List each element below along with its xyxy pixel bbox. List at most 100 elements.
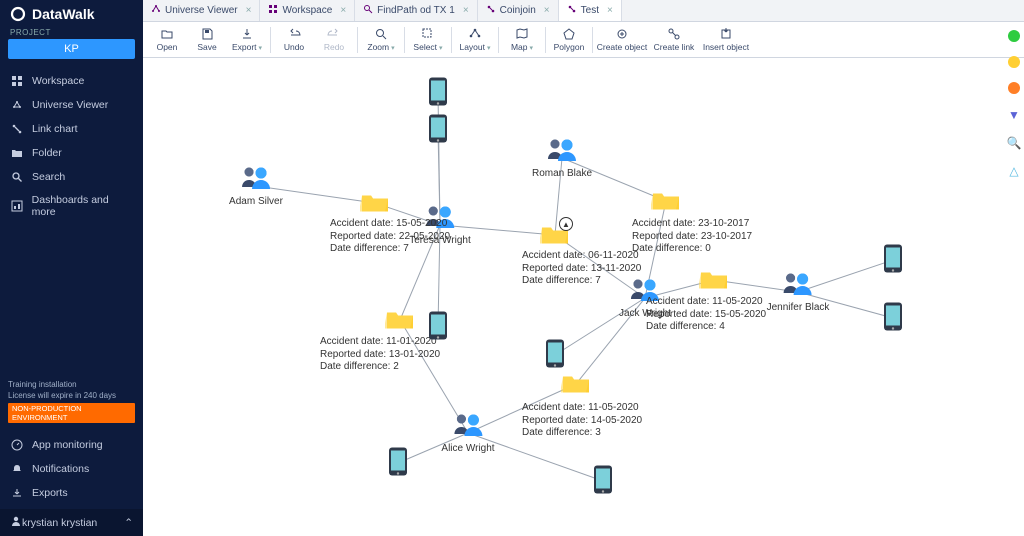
- tab-universe-viewer[interactable]: Universe Viewer×: [143, 0, 260, 21]
- alert-badge-icon: ▲: [559, 217, 573, 231]
- phone-icon: [883, 302, 903, 335]
- license-line1: Training installation: [8, 380, 135, 390]
- select-icon: [421, 27, 435, 41]
- toolbar-redo-button: Redo: [314, 22, 354, 57]
- phone-icon: [428, 77, 448, 110]
- toolbar-label: Export: [232, 42, 262, 52]
- folder-annotation: Accident date: 11-05-2020Reported date: …: [522, 402, 642, 440]
- toolbar-label: Select: [413, 42, 442, 52]
- folder-node-fol_f_jack2[interactable]: [699, 267, 729, 294]
- rail-dot-orange[interactable]: [1008, 82, 1020, 94]
- nav-item-workspace[interactable]: Workspace: [0, 69, 143, 93]
- nav-item-label: Exports: [32, 487, 68, 499]
- toolbar-save-button[interactable]: Save: [187, 22, 227, 57]
- person-node-roman-blake[interactable]: Roman Blake: [532, 137, 592, 179]
- search-icon[interactable]: 🔍: [1007, 136, 1022, 150]
- nav-item-universe-viewer[interactable]: Universe Viewer: [0, 93, 143, 117]
- annotation-line: Accident date: 11-05-2020: [522, 402, 642, 415]
- nav-item-label: Notifications: [32, 463, 89, 475]
- nav-item-dashboards-and-more[interactable]: Dashboards and more: [0, 189, 143, 223]
- toolbar-separator: [357, 27, 358, 53]
- toolbar-layout-button[interactable]: Layout: [455, 22, 495, 57]
- nav-item-search[interactable]: Search: [0, 165, 143, 189]
- toolbar-label: Layout: [459, 42, 490, 52]
- add-icon[interactable]: △: [1009, 164, 1018, 178]
- node-label: Adam Silver: [229, 196, 283, 207]
- toolbar-zoom-button[interactable]: Zoom: [361, 22, 401, 57]
- annotation-line: Date difference: 0: [632, 243, 752, 256]
- folder-node-fol_f_teresa2[interactable]: [385, 307, 415, 334]
- folder-node-fol_f_roman[interactable]: [651, 188, 681, 215]
- toolbar-create-link-button[interactable]: Create link: [648, 22, 700, 57]
- folder-node-fol_f_alice[interactable]: [561, 371, 591, 398]
- brand-logo: DataWalk: [0, 0, 143, 28]
- toolbar-label: Insert object: [703, 42, 749, 52]
- close-icon[interactable]: ×: [246, 5, 252, 16]
- node-label: Roman Blake: [532, 168, 592, 179]
- toolbar-label: Redo: [324, 42, 344, 52]
- zoom-icon: [374, 27, 388, 41]
- tab-icon: [567, 4, 577, 17]
- person-node-adam-silver[interactable]: Adam Silver: [229, 165, 283, 207]
- nav-item-link-chart[interactable]: Link chart: [0, 117, 143, 141]
- phone-node-pho_ph8[interactable]: [883, 302, 903, 335]
- phone-node-pho_ph6[interactable]: [593, 465, 613, 498]
- dashboards-and-more-icon: [10, 199, 24, 213]
- toolbar-separator: [498, 27, 499, 53]
- phone-node-pho_ph4[interactable]: [545, 339, 565, 372]
- toolbar-label: Create object: [597, 42, 648, 52]
- person-node-alice-wright[interactable]: Alice Wright: [441, 412, 494, 454]
- redo-icon: [327, 27, 341, 41]
- filter-icon[interactable]: ▼: [1008, 108, 1020, 122]
- edge-layer: [143, 58, 1024, 536]
- nav-item-notifications[interactable]: Notifications: [0, 457, 143, 481]
- toolbar-export-button[interactable]: Export: [227, 22, 267, 57]
- close-icon[interactable]: ×: [607, 5, 613, 16]
- toolbar-create-object-button[interactable]: Create object: [596, 22, 648, 57]
- annotation-line: Accident date: 06-11-2020: [522, 250, 641, 263]
- close-icon[interactable]: ×: [340, 5, 346, 16]
- rail-dot-green[interactable]: [1008, 30, 1020, 42]
- toolbar-separator: [270, 27, 271, 53]
- toolbar: OpenSave Export Undo Redo Zoom Select Layout Ma…: [143, 22, 1024, 58]
- toolbar-insert-object-button[interactable]: Insert object: [700, 22, 752, 57]
- toolbar-open-button[interactable]: Open: [147, 22, 187, 57]
- phone-node-pho_ph3[interactable]: [428, 311, 448, 344]
- rail-dot-yellow[interactable]: [1008, 56, 1020, 68]
- folder-annotation: Accident date: 15-05-2020Reported date: …: [330, 218, 450, 256]
- main-area: Universe Viewer×Workspace×FindPath od TX…: [143, 0, 1024, 536]
- toolbar-map-button[interactable]: Map: [502, 22, 542, 57]
- person-icon: [532, 137, 592, 166]
- close-icon[interactable]: ×: [544, 5, 550, 16]
- tab-workspace[interactable]: Workspace ×: [260, 0, 355, 21]
- nav-item-label: Dashboards and more: [32, 194, 133, 218]
- phone-node-pho_ph7[interactable]: [883, 244, 903, 277]
- toolbar-select-button[interactable]: Select: [408, 22, 448, 57]
- nav-item-folder[interactable]: Folder: [0, 141, 143, 165]
- toolbar-label: Polygon: [554, 42, 585, 52]
- export-icon: [240, 27, 254, 41]
- nav-item-app-monitoring[interactable]: App monitoring: [0, 433, 143, 457]
- nav-item-exports[interactable]: Exports: [0, 481, 143, 505]
- folder-node-fol_f_adam[interactable]: [360, 190, 390, 217]
- toolbar-separator: [592, 27, 593, 53]
- annotation-line: Reported date: 13-11-2020: [522, 263, 641, 276]
- toolbar-polygon-button[interactable]: Polygon: [549, 22, 589, 57]
- user-menu[interactable]: krystian krystian ⌃: [0, 509, 143, 536]
- annotation-line: Accident date: 15-05-2020: [330, 218, 450, 231]
- close-icon[interactable]: ×: [463, 5, 469, 16]
- phone-node-pho_ph2[interactable]: [428, 114, 448, 147]
- tab-test[interactable]: Test×: [559, 0, 622, 21]
- tab-label: Workspace: [282, 5, 332, 16]
- toolbar-label: Create link: [654, 42, 695, 52]
- tab-coinjoin[interactable]: Coinjoin×: [478, 0, 559, 21]
- tab-findpath-od-tx-1[interactable]: FindPath od TX 1×: [355, 0, 478, 21]
- link-chart-canvas[interactable]: Adam SilverTeresa WrightRoman BlakeJack …: [143, 58, 1024, 536]
- project-selector[interactable]: KP: [8, 39, 135, 59]
- toolbar-undo-button[interactable]: Undo: [274, 22, 314, 57]
- phone-node-pho_ph1[interactable]: [428, 77, 448, 110]
- folder-annotation: Accident date: 11-01-2020Reported date: …: [320, 336, 440, 374]
- project-heading: PROJECT: [0, 28, 143, 39]
- phone-node-pho_ph5[interactable]: [388, 447, 408, 480]
- person-node-jennifer-black[interactable]: Jennifer Black: [767, 271, 830, 313]
